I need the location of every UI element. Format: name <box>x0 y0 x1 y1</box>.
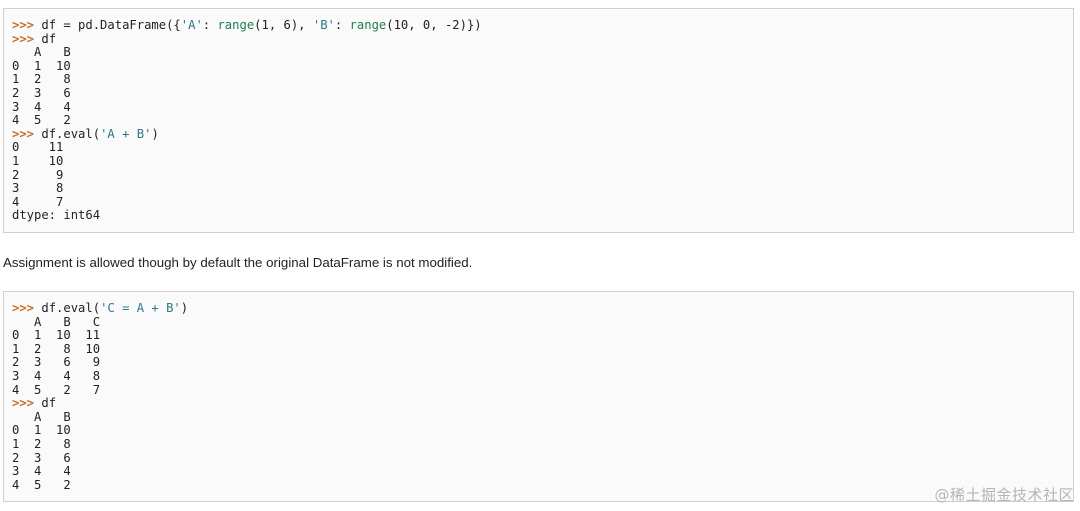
code-line: 0 1 10 11 <box>12 328 1065 343</box>
code-line: 0 1 10 <box>12 424 1065 438</box>
code-text: 2 3 6 <box>12 450 71 465</box>
code-line: >>> df.eval('A + B') <box>12 126 1065 142</box>
code-line: >>> df = pd.DataFrame({'A': range(1, 6),… <box>12 18 1065 33</box>
code-line: >>> df <box>12 396 1065 411</box>
assignment-note-paragraph: Assignment is allowed though by default … <box>3 255 473 270</box>
code-line: 3 8 <box>12 181 1065 196</box>
code-line: 3 4 4 <box>12 464 1065 479</box>
code-line: A B C <box>12 314 1065 330</box>
code-text: df.eval( <box>34 126 101 141</box>
watermark-text: @稀土掘金技术社区 <box>934 486 1074 504</box>
code-text: 1 2 8 10 <box>12 341 101 356</box>
code-text: 0 1 10 <box>12 423 71 438</box>
code-line: 4 7 <box>12 194 1065 210</box>
code-text: 4 5 2 <box>12 477 71 492</box>
code-text: 3 4 4 <box>12 464 71 479</box>
code-line: 1 10 <box>12 153 1065 169</box>
code-text: 1 10 <box>12 153 64 168</box>
string-literal: 'A + B' <box>100 126 152 141</box>
prompt-marker: >>> <box>12 396 35 411</box>
code-line: A B <box>12 409 1065 425</box>
code-text: A B C <box>12 314 101 329</box>
code-line: 1 2 8 <box>12 73 1065 87</box>
code-line: 3 4 4 8 <box>12 368 1065 384</box>
code-line: >>> df <box>12 31 1065 47</box>
prompt-marker: >>> <box>12 31 35 46</box>
code-text: 3 4 4 8 <box>12 368 101 383</box>
code-line: 4 5 2 7 <box>12 382 1065 398</box>
code-text: 4 7 <box>12 194 64 209</box>
code-text: : <box>202 18 218 32</box>
code-line: 4 5 2 <box>12 113 1065 128</box>
prompt-marker: >>> <box>12 301 35 315</box>
code-text: df = pd.DataFrame({ <box>34 18 181 32</box>
code-text: 2 3 6 <box>12 85 71 100</box>
code-line: 2 3 6 <box>12 85 1065 101</box>
builtin-function: range <box>349 18 387 32</box>
string-literal: 'A' <box>180 18 203 32</box>
code-text: df <box>34 31 57 46</box>
builtin-function: range <box>217 18 255 32</box>
code-text: dtype: int64 <box>12 208 101 223</box>
code-text: 1 2 8 <box>12 436 71 451</box>
code-text: 1 2 8 <box>12 72 71 87</box>
code-line: dtype: int64 <box>12 209 1065 223</box>
prompt-marker: >>> <box>12 18 35 32</box>
code-text: df <box>34 396 57 411</box>
string-literal: 'B' <box>312 18 335 32</box>
code-line: 4 5 2 <box>12 477 1065 493</box>
code-text: 3 4 4 <box>12 99 71 114</box>
code-line: 1 2 8 10 <box>12 341 1065 357</box>
code-text: ) <box>151 126 159 141</box>
code-text: 0 11 <box>12 140 64 155</box>
code-text: A B <box>12 45 71 60</box>
code-line: 1 2 8 <box>12 436 1065 452</box>
code-text: (1, 6), <box>254 18 313 32</box>
code-text: (10, 0, -2)}) <box>386 18 482 32</box>
code-text: 3 8 <box>12 181 64 196</box>
code-line: 3 4 4 <box>12 99 1065 115</box>
prompt-marker: >>> <box>12 126 35 141</box>
code-line: >>> df.eval('C = A + B') <box>12 301 1065 316</box>
code-text: 0 1 10 <box>12 58 71 73</box>
code-line: 2 3 6 9 <box>12 356 1065 370</box>
code-text: 2 9 <box>12 167 64 182</box>
code-text: ) <box>180 301 189 315</box>
code-block-eval-expression: >>> df = pd.DataFrame({'A': range(1, 6),… <box>3 8 1074 233</box>
code-text: 2 3 6 9 <box>12 355 101 370</box>
code-text: A B <box>12 409 71 424</box>
code-text: : <box>334 18 350 32</box>
code-line: 2 9 <box>12 167 1065 183</box>
code-line: 0 11 <box>12 141 1065 155</box>
code-line: 0 1 10 <box>12 58 1065 74</box>
code-text: 0 1 10 11 <box>12 328 101 343</box>
string-literal: 'C = A + B' <box>100 301 181 315</box>
code-text: df.eval( <box>34 301 101 315</box>
code-text: 4 5 2 7 <box>12 382 101 397</box>
code-text: 4 5 2 <box>12 113 71 128</box>
code-block-eval-assignment: >>> df.eval('C = A + B') A B C0 1 10 11 1… <box>3 291 1074 502</box>
code-line: 2 3 6 <box>12 450 1065 466</box>
code-line: A B <box>12 45 1065 60</box>
